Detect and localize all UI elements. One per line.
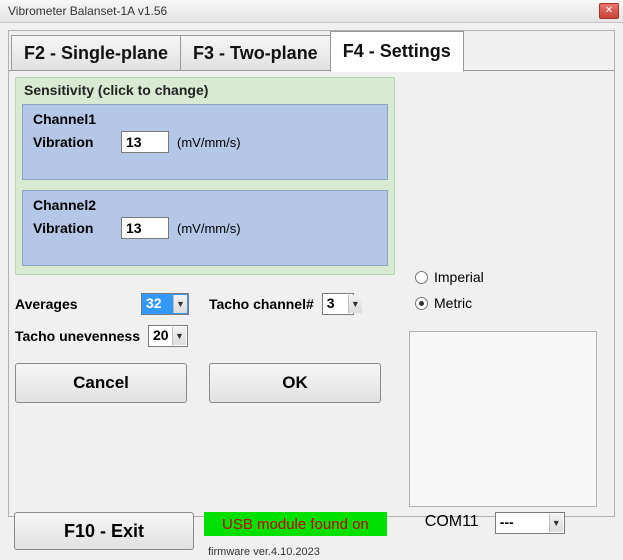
- tacho-uneven-label: Tacho unevenness: [15, 328, 140, 344]
- metric-label: Metric: [434, 295, 472, 311]
- footer: F10 - Exit USB module found on COM11 ---…: [14, 512, 565, 550]
- cancel-button[interactable]: Cancel: [15, 363, 187, 403]
- tacho-uneven-combo[interactable]: 20 ▼: [148, 325, 188, 347]
- close-icon[interactable]: ✕: [599, 3, 619, 19]
- averages-combo[interactable]: 32 ▼: [141, 293, 189, 315]
- main-panel: F2 - Single-plane F3 - Two-plane F4 - Se…: [8, 30, 615, 517]
- tacho-channel-value[interactable]: 3: [322, 293, 354, 315]
- channel1-label: Vibration: [33, 134, 113, 150]
- averages-label: Averages: [15, 296, 133, 312]
- info-box: [409, 331, 597, 507]
- device-combo[interactable]: --- ▼: [495, 512, 565, 534]
- device-value[interactable]: ---: [495, 512, 565, 534]
- tab-settings[interactable]: F4 - Settings: [330, 31, 464, 72]
- tab-strip: F2 - Single-plane F3 - Two-plane F4 - Se…: [9, 31, 614, 71]
- channel2-name: Channel2: [33, 197, 377, 213]
- settings-content: Sensitivity (click to change) Channel1 V…: [9, 70, 614, 516]
- tab-two-plane[interactable]: F3 - Two-plane: [180, 35, 331, 71]
- channel1-unit: (mV/mm/s): [177, 135, 241, 150]
- tacho-uneven-value[interactable]: 20: [148, 325, 188, 347]
- title-bar: Vibrometer Balanset-1A v1.56 ✕: [0, 0, 623, 23]
- averages-row: Averages 32 ▼ Tacho channel# 3 ▼: [15, 293, 608, 315]
- channel1-input[interactable]: [121, 131, 169, 153]
- radio-metric[interactable]: Metric: [415, 295, 484, 311]
- averages-value[interactable]: 32: [141, 293, 189, 315]
- channel2-label: Vibration: [33, 220, 113, 236]
- client-area: F2 - Single-plane F3 - Two-plane F4 - Se…: [0, 23, 623, 560]
- imperial-label: Imperial: [434, 269, 484, 285]
- channel2-unit: (mV/mm/s): [177, 221, 241, 236]
- firmware-label: firmware ver.4.10.2023: [208, 546, 320, 558]
- usb-status: USB module found on: [204, 512, 387, 536]
- tacho-channel-label: Tacho channel#: [209, 296, 314, 312]
- channel2-input[interactable]: [121, 217, 169, 239]
- channel1-box: Channel1 Vibration (mV/mm/s): [22, 104, 388, 180]
- sensitivity-group[interactable]: Sensitivity (click to change) Channel1 V…: [15, 77, 395, 275]
- com-port-label: COM11: [425, 512, 479, 531]
- window-title: Vibrometer Balanset-1A v1.56: [8, 4, 167, 18]
- radio-icon: [415, 271, 428, 284]
- radio-imperial[interactable]: Imperial: [415, 269, 484, 285]
- tacho-channel-combo[interactable]: 3 ▼: [322, 293, 364, 315]
- radio-icon: [415, 297, 428, 310]
- sensitivity-title: Sensitivity (click to change): [22, 78, 388, 104]
- tab-single-plane[interactable]: F2 - Single-plane: [11, 35, 181, 71]
- channel1-name: Channel1: [33, 111, 377, 127]
- units-group: Imperial Metric: [415, 269, 484, 321]
- ok-button[interactable]: OK: [209, 363, 381, 403]
- channel2-box: Channel2 Vibration (mV/mm/s): [22, 190, 388, 266]
- exit-button[interactable]: F10 - Exit: [14, 512, 194, 550]
